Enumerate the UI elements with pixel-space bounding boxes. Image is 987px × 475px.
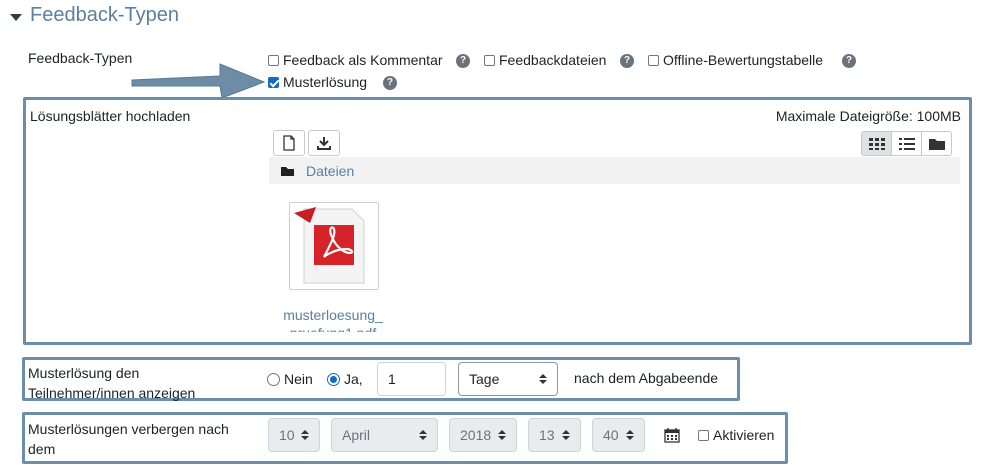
file-thumbnail bbox=[289, 202, 379, 290]
file-name-cont: pruefung1.pdf bbox=[270, 324, 396, 332]
list-icon bbox=[898, 137, 915, 150]
grid-icon bbox=[868, 137, 885, 150]
option-label: Offline-Bewertungstabelle bbox=[663, 52, 824, 68]
pdf-file-icon bbox=[294, 207, 365, 284]
feedback-types-label: Feedback-Typen bbox=[28, 50, 133, 66]
add-file-button[interactable] bbox=[273, 130, 305, 156]
unit-value: Tage bbox=[469, 371, 500, 387]
upload-label: Lösungsblätter hochladen bbox=[30, 108, 191, 124]
file-name: musterloesung_ bbox=[283, 307, 383, 323]
option-label: Musterlösung bbox=[283, 74, 368, 90]
year-value: 2018 bbox=[460, 427, 492, 443]
select-arrows-icon bbox=[626, 430, 634, 440]
label-line: dem bbox=[28, 441, 56, 457]
folder-icon bbox=[928, 138, 945, 150]
download-icon bbox=[317, 137, 331, 150]
option-offline-grading[interactable]: Offline-Bewertungstabelle bbox=[648, 52, 823, 68]
days-amount-input[interactable]: 1 bbox=[377, 362, 446, 396]
hide-solution-label: Musterlösungen verbergen nach dem bbox=[28, 419, 229, 459]
option-feedback-files[interactable]: Feedbackdateien bbox=[484, 52, 606, 68]
offline-grading-checkbox[interactable] bbox=[648, 54, 659, 66]
calendar-icon[interactable] bbox=[664, 427, 680, 443]
option-label: Feedbackdateien bbox=[499, 52, 607, 68]
month-value: April bbox=[342, 427, 371, 443]
annotation-arrow-icon bbox=[131, 63, 266, 99]
radio-no-button[interactable] bbox=[267, 372, 280, 386]
max-size-text: Maximale Dateigröße: 100MB bbox=[775, 108, 961, 124]
file-icon bbox=[283, 135, 295, 151]
breadcrumb-files[interactable]: Dateien bbox=[306, 163, 354, 179]
feedback-comment-checkbox[interactable] bbox=[268, 54, 279, 66]
breadcrumb: Dateien bbox=[269, 157, 960, 184]
view-switcher bbox=[861, 131, 952, 156]
radio-yes[interactable]: Ja, bbox=[327, 371, 363, 387]
view-icons-button[interactable] bbox=[861, 131, 892, 156]
select-arrows-icon bbox=[301, 430, 309, 440]
label-line: Musterlösungen verbergen nach bbox=[28, 421, 229, 437]
radio-yes-label: Ja, bbox=[344, 371, 363, 387]
section-title: Feedback-Typen bbox=[30, 4, 179, 26]
view-list-button[interactable] bbox=[891, 131, 922, 156]
help-icon[interactable]: ? bbox=[456, 54, 470, 68]
label-line: Musterlösung den bbox=[28, 365, 140, 381]
select-arrows-icon bbox=[539, 374, 547, 384]
download-all-button[interactable] bbox=[308, 130, 340, 156]
radio-no-label: Nein bbox=[284, 371, 313, 387]
select-arrows-icon bbox=[562, 430, 570, 440]
minute-select[interactable]: 40 bbox=[592, 418, 645, 452]
hour-select[interactable]: 13 bbox=[528, 418, 581, 452]
folder-icon bbox=[281, 166, 294, 176]
show-solution-label: Musterlösung den Teilnehmer/innen anzeig… bbox=[28, 363, 195, 403]
collapse-caret-icon[interactable] bbox=[10, 13, 22, 21]
minute-value: 40 bbox=[603, 427, 619, 443]
option-feedback-comment[interactable]: Feedback als Kommentar bbox=[268, 52, 443, 68]
year-select[interactable]: 2018 bbox=[449, 418, 517, 452]
day-value: 10 bbox=[279, 427, 295, 443]
sample-solution-checkbox[interactable] bbox=[268, 76, 279, 88]
file-tile[interactable]: musterloesung_ pruefung1.pdf bbox=[270, 198, 396, 332]
month-select[interactable]: April bbox=[331, 418, 438, 452]
label-line: Teilnehmer/innen anzeigen bbox=[28, 385, 196, 401]
enable-hide-label: Aktivieren bbox=[713, 427, 775, 443]
solution-upload-frame bbox=[23, 97, 972, 345]
help-icon[interactable]: ? bbox=[383, 76, 397, 90]
option-label: Feedback als Kommentar bbox=[283, 52, 443, 68]
option-sample-solution[interactable]: Musterlösung bbox=[268, 74, 367, 90]
enable-hide-checkbox[interactable] bbox=[698, 429, 709, 441]
view-tree-button[interactable] bbox=[921, 131, 952, 156]
help-icon[interactable]: ? bbox=[842, 54, 856, 68]
help-icon[interactable]: ? bbox=[620, 54, 634, 68]
select-arrows-icon bbox=[498, 430, 506, 440]
hour-value: 13 bbox=[539, 427, 555, 443]
after-deadline-text: nach dem Abgabeende bbox=[574, 370, 719, 386]
radio-no[interactable]: Nein bbox=[267, 371, 313, 387]
day-select[interactable]: 10 bbox=[268, 418, 320, 452]
select-arrows-icon bbox=[419, 430, 427, 440]
enable-hide-option[interactable]: Aktivieren bbox=[698, 427, 774, 443]
radio-yes-button[interactable] bbox=[327, 372, 340, 386]
unit-select[interactable]: Tage bbox=[458, 362, 558, 396]
feedback-files-checkbox[interactable] bbox=[484, 54, 495, 66]
section-header-feedback-types[interactable]: Feedback-Typen bbox=[10, 4, 179, 27]
